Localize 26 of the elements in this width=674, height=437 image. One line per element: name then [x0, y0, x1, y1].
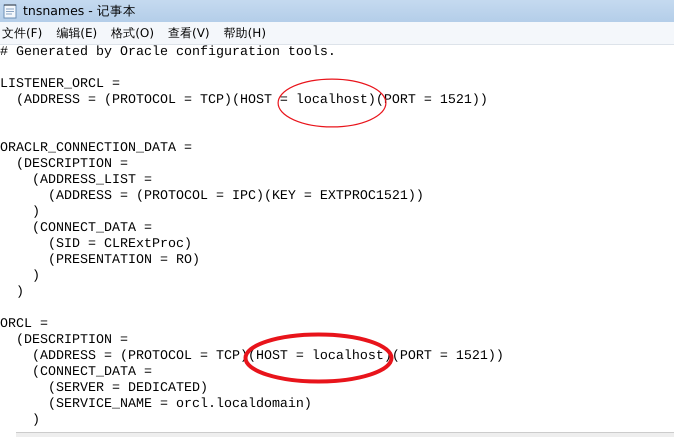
code-line: (SID = CLRExtProc)	[46, 237, 193, 253]
code-line: ORACLR_CONNECTION_DATA =	[0, 141, 193, 157]
code-line: )	[14, 285, 25, 301]
code-line: (PRESENTATION = RO)	[46, 253, 201, 269]
window-title: tnsnames - 记事本	[23, 2, 136, 20]
text-area[interactable]	[0, 45, 674, 437]
code-line: (SERVICE_NAME = orcl.localdomain)	[46, 397, 313, 413]
menu-item[interactable]: 帮助(H)	[224, 24, 266, 42]
code-line: (ADDRESS = (PROTOCOL = IPC)(KEY = EXTPROC1521))	[46, 189, 425, 205]
menu-item[interactable]: 编辑(E)	[56, 24, 98, 42]
code-line: (DESCRIPTION =	[14, 333, 129, 349]
code-line: # Generated by Oracle configuration tools.	[0, 45, 337, 61]
code-line: (CONNECT_DATA =	[30, 221, 153, 237]
code-line: (CONNECT_DATA =	[30, 365, 153, 381]
code-line: )	[30, 269, 41, 285]
code-line: )	[30, 413, 41, 429]
code-line: (SERVER = DEDICATED)	[46, 381, 209, 397]
menu-item[interactable]: 格式(O)	[111, 24, 154, 42]
code-line: LISTENER_ORCL =	[0, 77, 121, 93]
code-line: )	[30, 205, 41, 221]
menu-item[interactable]: 查看(V)	[168, 24, 210, 42]
code-line: (ADDRESS_LIST =	[30, 173, 153, 189]
code-line: (DESCRIPTION =	[14, 157, 129, 173]
notepad-icon	[2, 3, 18, 19]
code-line: ORCL =	[0, 317, 49, 333]
menu-item[interactable]: 文件(F)	[2, 24, 42, 42]
